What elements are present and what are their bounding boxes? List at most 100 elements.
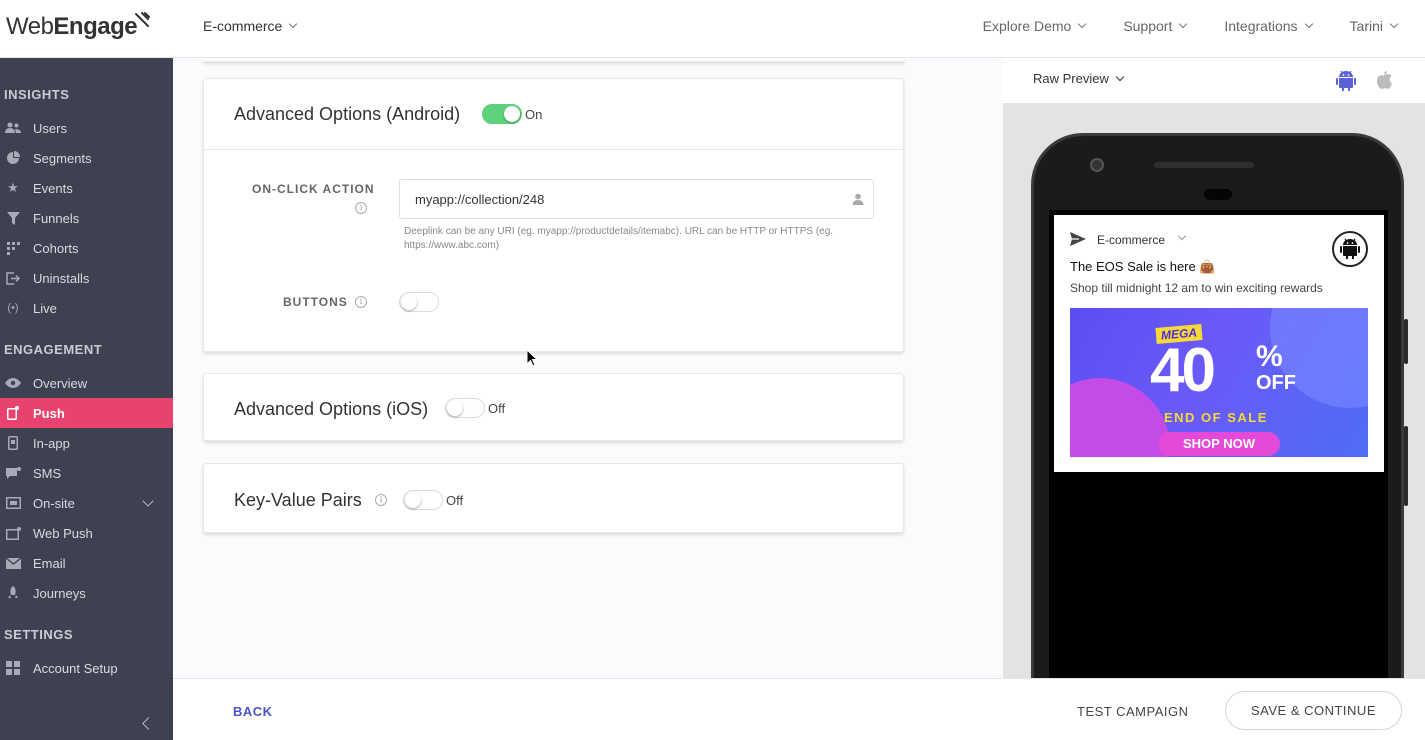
info-icon[interactable]: i [355, 296, 367, 308]
ios-options-toggle[interactable] [445, 398, 485, 418]
onclick-action-input[interactable]: myapp://collection/248 [399, 179, 874, 219]
chevron-down-icon [1389, 19, 1399, 29]
notification-title: The EOS Sale is here 👜 [1070, 259, 1216, 274]
sidebar-item-label: SMS [33, 465, 62, 481]
eye-icon [5, 376, 21, 390]
logo-text-web: Web [6, 13, 54, 40]
rocket-icon [5, 586, 21, 600]
webengage-logo[interactable]: Web Engage [6, 10, 151, 44]
sidebar-item-label: Funnels [33, 210, 80, 226]
toggle-knob [447, 400, 463, 416]
deeplink-helper-text: Deeplink can be any URI (eg. myapp://pro… [404, 226, 834, 251]
sidebar-item-in-app[interactable]: In-app [0, 428, 173, 458]
personalize-user-icon[interactable] [852, 193, 864, 205]
nav-integrations[interactable]: Integrations [1224, 18, 1313, 34]
section-insights: INSIGHTS [4, 87, 70, 102]
funnel-icon [5, 211, 21, 225]
banner-shop-now-button: SHOP NOW [1158, 432, 1280, 456]
kv-toggle[interactable] [403, 490, 443, 510]
android-icon[interactable] [1336, 70, 1356, 92]
exit-icon [5, 271, 21, 285]
send-icon [1070, 232, 1086, 246]
nav-explore-demo[interactable]: Explore Demo [983, 18, 1087, 34]
push-icon [5, 406, 21, 420]
android-options-toggle[interactable] [482, 104, 522, 124]
envelope-icon [5, 556, 21, 570]
save-continue-button[interactable]: SAVE & CONTINUE [1225, 691, 1402, 730]
sidebar-item-live[interactable]: (•) Live [0, 293, 173, 323]
main-content: Advanced Options (Android) On ON-CLICK A… [173, 58, 1003, 678]
phone-screen: E-commerce The EOS Sale is here 👜 Shop t… [1049, 210, 1388, 678]
nav-support[interactable]: Support [1123, 18, 1188, 34]
notification-banner-image: MEGA 40 % OFF END OF SALE SHOP NOW [1070, 308, 1368, 457]
info-icon[interactable]: i [375, 494, 387, 506]
sidebar-item-label: Events [33, 180, 73, 196]
section-engagement: ENGAGEMENT [4, 342, 103, 357]
web-push-icon [5, 526, 21, 540]
key-value-card: Key-Value Pairs i Off [203, 463, 904, 533]
phone-side-button [1404, 426, 1408, 506]
collapse-sidebar-icon[interactable] [142, 717, 155, 730]
sidebar-item-label: Users [33, 120, 67, 136]
preview-mode-label: Raw Preview [1033, 71, 1109, 86]
banner-discount-number: 40 [1150, 336, 1216, 405]
sidebar-item-label: Live [33, 300, 57, 316]
apple-icon[interactable] [1375, 69, 1393, 91]
previous-card-edge [203, 58, 904, 62]
android-toggle-state: On [525, 107, 543, 122]
sidebar-item-sms[interactable]: SMS [0, 458, 173, 488]
banner-end-of-sale-text: END OF SALE [1164, 410, 1268, 425]
sidebar-item-cohorts[interactable]: Cohorts [0, 233, 173, 263]
sidebar-item-segments[interactable]: Segments [0, 143, 173, 173]
footer-bar: BACK TEST CAMPAIGN SAVE & CONTINUE [173, 678, 1425, 740]
top-nav: Explore Demo Support Integrations Tarini [983, 18, 1399, 34]
back-button[interactable]: BACK [233, 704, 273, 719]
sidebar-item-users[interactable]: Users [0, 113, 173, 143]
info-icon[interactable]: i [355, 202, 367, 214]
android-card-title: Advanced Options (Android) [234, 104, 461, 124]
chevron-down-icon[interactable] [142, 495, 154, 507]
test-campaign-button[interactable]: TEST CAMPAIGN [1077, 704, 1188, 719]
mouse-cursor-icon [526, 349, 538, 367]
chevron-down-icon [1078, 19, 1087, 29]
banner-percent-sign: % [1256, 340, 1283, 373]
grid-icon [5, 241, 21, 255]
buttons-toggle[interactable] [399, 292, 439, 312]
phone-icon [5, 436, 21, 450]
grid-icon [5, 661, 21, 675]
sidebar-item-events[interactable]: ★ Events [0, 173, 173, 203]
nav-label: Integrations [1224, 18, 1298, 34]
ios-toggle-state: Off [488, 401, 506, 416]
logo-text-engage: Engage [53, 13, 138, 40]
sidebar-item-email[interactable]: Email [0, 548, 173, 578]
nav-user-menu[interactable]: Tarini [1350, 18, 1399, 34]
project-name: E-commerce [203, 18, 283, 34]
sidebar-item-overview[interactable]: Overview [0, 368, 173, 398]
onclick-action-label: ON-CLICK ACTION [252, 182, 375, 196]
toggle-knob [405, 492, 421, 508]
phone-side-button [1404, 319, 1408, 364]
onclick-action-value: myapp://collection/248 [415, 192, 545, 207]
sidebar-item-web-push[interactable]: Web Push [0, 518, 173, 548]
sidebar-item-journeys[interactable]: Journeys [0, 578, 173, 608]
toggle-knob [504, 106, 520, 122]
sidebar-item-on-site[interactable]: On-site [0, 488, 173, 518]
kv-card-title: Key-Value Pairs [234, 490, 362, 510]
preview-stage: E-commerce The EOS Sale is here 👜 Shop t… [1003, 103, 1425, 678]
preview-pane: Raw Preview E-commerce The EOS Sale is h… [1003, 58, 1425, 678]
sidebar-item-funnels[interactable]: Funnels [0, 203, 173, 233]
sidebar-item-label: Uninstalls [33, 270, 90, 286]
sidebar-item-push[interactable]: Push [0, 398, 173, 428]
banner-off-text: OFF [1256, 372, 1296, 394]
ios-card-title: Advanced Options (iOS) [234, 399, 429, 419]
buttons-label: BUTTONS [283, 295, 348, 309]
section-settings: SETTINGS [4, 627, 74, 642]
sidebar-item-account-setup[interactable]: Account Setup [0, 653, 173, 683]
project-dropdown[interactable]: E-commerce [203, 18, 298, 34]
sidebar-item-uninstalls[interactable]: Uninstalls [0, 263, 173, 293]
sidebar-item-label: Web Push [33, 525, 93, 541]
sidebar-item-label: Segments [33, 150, 92, 166]
preview-mode-dropdown[interactable]: Raw Preview [1033, 71, 1125, 86]
ios-options-card: Advanced Options (iOS) Off [203, 373, 904, 441]
preview-header: Raw Preview [1003, 58, 1425, 103]
